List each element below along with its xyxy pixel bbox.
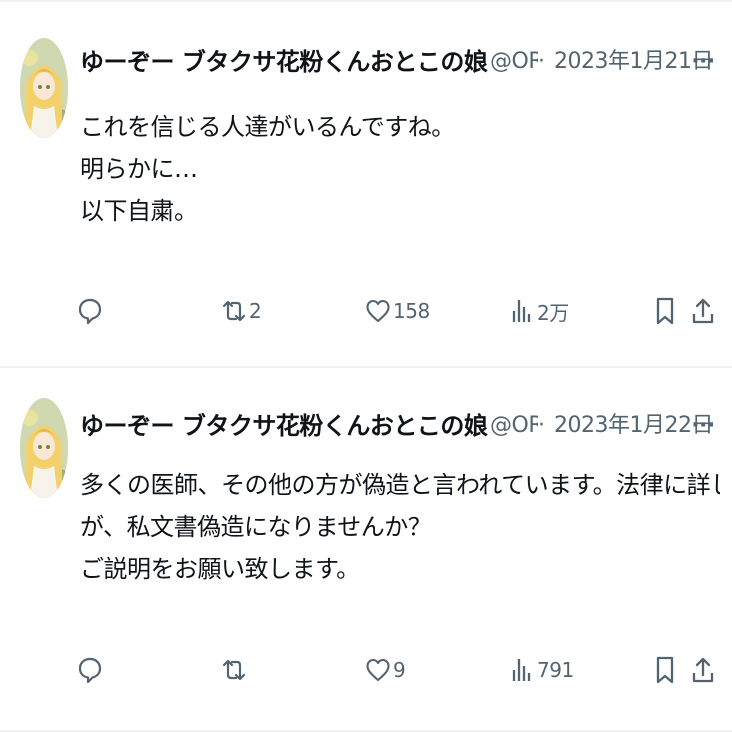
- display-name[interactable]: ゆーぞー ブタクサ花粉くんおとこの娘 マラみちの: [80, 409, 488, 443]
- tweet-line: ご説明をお願い致します。: [80, 555, 360, 583]
- tweet-header: ゆーぞー ブタクサ花粉くんおとこの娘 マラみちの @ORS · 2023年1月2…: [80, 45, 720, 79]
- retweet-button[interactable]: [221, 648, 249, 692]
- heart-icon: [366, 299, 390, 323]
- bookmark-button[interactable]: [652, 289, 678, 333]
- tweet-2[interactable]: ゆーぞー ブタクサ花粉くんおとこの娘 マラみちの @ORS · 2023年1月2…: [0, 368, 732, 730]
- user-handle[interactable]: @ORS: [490, 45, 538, 79]
- avatar[interactable]: [20, 38, 68, 138]
- display-name[interactable]: ゆーぞー ブタクサ花粉くんおとこの娘 マラみちの: [80, 45, 488, 79]
- header-separator: ·: [538, 413, 545, 438]
- heart-icon: [366, 658, 390, 682]
- reply-button[interactable]: [77, 648, 105, 692]
- tweet-line: これを信じる人達がいるんですね。: [80, 113, 455, 141]
- header-separator: ·: [538, 49, 545, 74]
- views-count: 2万: [537, 300, 569, 325]
- reply-icon: [78, 657, 102, 684]
- like-button[interactable]: 158: [365, 289, 430, 333]
- more-options-icon[interactable]: ···: [686, 409, 720, 443]
- avatar-image: [20, 38, 68, 138]
- views-chart-icon: [512, 300, 531, 322]
- like-count: 9: [393, 658, 406, 682]
- like-button[interactable]: 9: [365, 648, 406, 692]
- tweet-1[interactable]: ゆーぞー ブタクサ花粉くんおとこの娘 マラみちの @ORS · 2023年1月2…: [0, 0, 732, 366]
- retweet-icon: [222, 300, 246, 322]
- user-handle[interactable]: @ORS: [490, 409, 538, 443]
- avatar-image: [20, 398, 68, 498]
- retweet-button[interactable]: 2: [221, 289, 262, 333]
- views-chart-icon: [512, 659, 531, 681]
- views-count: 791: [537, 658, 574, 682]
- tweet-line: 多くの医師、その他の方が偽造と言われています。法律に詳しくありません: [80, 471, 720, 499]
- bookmark-icon: [656, 656, 674, 684]
- retweet-icon: [222, 659, 246, 681]
- tweet-text: 多くの医師、その他の方が偽造と言われています。法律に詳しくありません が、私文書…: [80, 464, 720, 590]
- bookmark-button[interactable]: [652, 648, 678, 692]
- views-button[interactable]: 791: [509, 648, 574, 692]
- tweet-line: 以下自粛。: [80, 197, 198, 225]
- tweet-actions: 9 791: [0, 648, 732, 692]
- reply-button[interactable]: [77, 289, 105, 333]
- retweet-count: 2: [249, 299, 262, 323]
- tweet-header: ゆーぞー ブタクサ花粉くんおとこの娘 マラみちの @ORS · 2023年1月2…: [80, 409, 720, 443]
- reply-icon: [78, 298, 102, 325]
- share-icon: [692, 298, 714, 324]
- bookmark-icon: [656, 297, 674, 325]
- tweet-line: 明らかに…: [80, 155, 198, 183]
- tweet-line: が、私文書偽造になりませんか？: [80, 513, 432, 541]
- tweet-actions: 2 158 2万: [0, 289, 732, 333]
- tweet-text: これを信じる人達がいるんですね。 明らかに… 以下自粛。: [80, 106, 720, 232]
- more-options-icon[interactable]: ···: [686, 45, 720, 79]
- share-button[interactable]: [690, 648, 716, 692]
- views-button[interactable]: 2万: [509, 289, 569, 333]
- avatar[interactable]: [20, 398, 68, 498]
- share-icon: [692, 657, 714, 683]
- like-count: 158: [393, 299, 430, 323]
- share-button[interactable]: [690, 289, 716, 333]
